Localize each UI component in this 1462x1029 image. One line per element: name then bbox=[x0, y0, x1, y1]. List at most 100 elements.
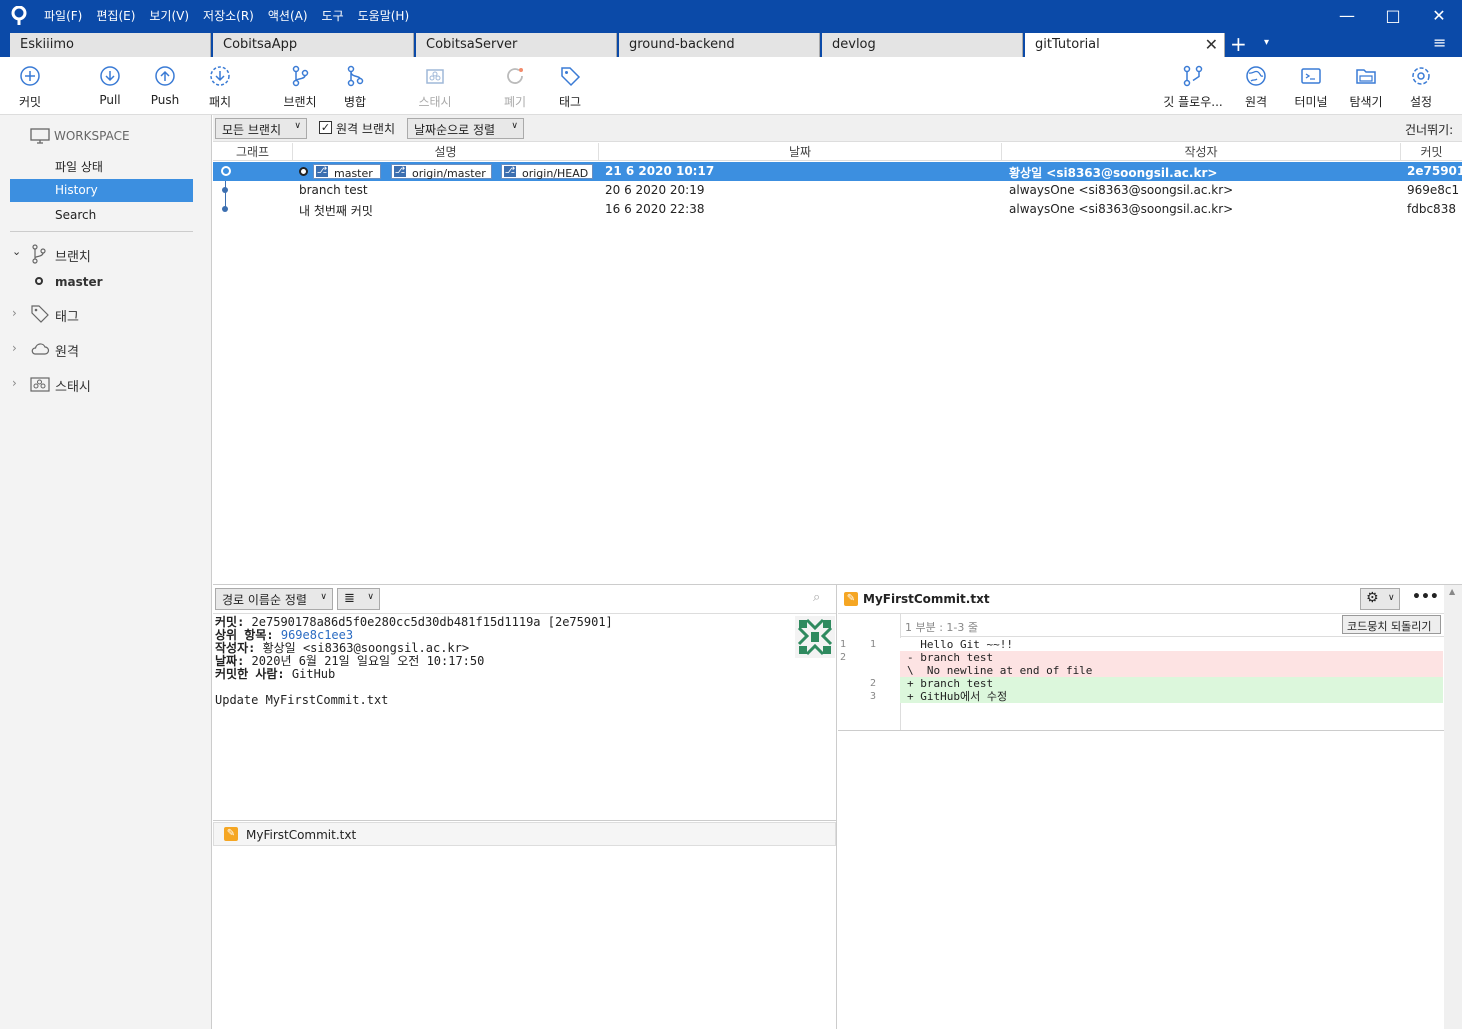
column-header-commit[interactable]: 커밋 bbox=[1401, 143, 1462, 160]
minimize-button[interactable]: — bbox=[1324, 0, 1370, 31]
menu-actions[interactable]: 액션(A) bbox=[268, 7, 308, 24]
sidebar-section-branches[interactable]: ⌄ 브랜치 bbox=[10, 244, 193, 268]
branch-button[interactable]: 브랜치 bbox=[270, 65, 330, 110]
sidebar-item-search[interactable]: Search bbox=[10, 204, 193, 227]
scroll-up-icon[interactable]: ▲ bbox=[1449, 587, 1455, 596]
diff-line-added: + GitHub에서 수정 bbox=[900, 690, 1443, 703]
menu-repository[interactable]: 저장소(R) bbox=[203, 7, 254, 24]
chevron-right-icon: › bbox=[12, 376, 17, 390]
author-value: 황상일 <si8363@soongsil.ac.kr> bbox=[262, 641, 470, 655]
fetch-button[interactable]: 패치 bbox=[190, 65, 250, 110]
sidebar-item-label: 파일 상태 bbox=[55, 160, 103, 174]
sidebar-item-history[interactable]: History bbox=[10, 179, 193, 202]
remote-button[interactable]: 원격 bbox=[1226, 65, 1286, 110]
revert-hunk-button[interactable]: 코드뭉치 되돌리기 bbox=[1342, 615, 1441, 634]
remote-branches-label: 원격 브랜치 bbox=[336, 122, 396, 136]
tab-list-chevron-icon[interactable]: ▾ bbox=[1264, 37, 1269, 48]
chevron-down-icon: ∨ bbox=[320, 592, 327, 602]
maximize-button[interactable]: □ bbox=[1370, 0, 1416, 31]
menu-file[interactable]: 파일(F) bbox=[44, 7, 82, 24]
merge-label: 병합 bbox=[343, 95, 367, 109]
stash-button[interactable]: 스태시 bbox=[405, 65, 465, 110]
push-button[interactable]: Push bbox=[135, 65, 195, 107]
commit-id-label: 커밋: bbox=[215, 615, 245, 629]
chevron-right-icon: › bbox=[12, 306, 17, 320]
sidebar-section-remotes[interactable]: › 원격 bbox=[10, 339, 193, 363]
branch-ref-badge[interactable]: ⎇ master bbox=[313, 164, 381, 180]
avatar bbox=[795, 616, 835, 658]
history-filter-bar: 모든 브랜치 ∨ ✓ 원격 브랜치 날짜순으로 정렬 ∨ 건너뛰기: bbox=[213, 115, 1462, 142]
commit-list-header: 그래프 설명 날짜 작성자 커밋 bbox=[213, 142, 1462, 161]
git-flow-button[interactable]: 깃 플로우... bbox=[1160, 65, 1226, 110]
stash-box-icon bbox=[426, 69, 444, 84]
commit-hash: 969e8c1 bbox=[1407, 183, 1460, 197]
branch-ref-badge[interactable]: ⎇ origin/HEAD bbox=[501, 164, 593, 180]
new-line-number: 1 bbox=[870, 639, 877, 650]
diff-scrollbar[interactable]: ▲ bbox=[1444, 585, 1462, 1029]
column-header-author[interactable]: 작성자 bbox=[1002, 143, 1401, 160]
title-bar: 파일(F) 편집(E) 보기(V) 저장소(R) 액션(A) 도구 도움말(H)… bbox=[0, 0, 1462, 31]
menu-help[interactable]: 도움말(H) bbox=[358, 7, 410, 24]
commit-row[interactable]: branch test 20 6 2020 20:19 alwaysOne <s… bbox=[213, 181, 1462, 200]
column-header-description[interactable]: 설명 bbox=[293, 143, 599, 160]
branch-ref-badge[interactable]: ⎇ origin/master bbox=[391, 164, 492, 180]
file-sort-dropdown[interactable]: 경로 이름순 정렬 ∨ bbox=[215, 588, 333, 610]
commit-row[interactable]: 내 첫번째 커밋 16 6 2020 22:38 alwaysOne <si83… bbox=[213, 200, 1462, 219]
menu-edit[interactable]: 편집(E) bbox=[96, 7, 135, 24]
close-tab-icon[interactable]: ✕ bbox=[1205, 35, 1218, 54]
hamburger-menu-icon[interactable]: ≡ bbox=[1433, 33, 1446, 52]
sort-order-dropdown[interactable]: 날짜순으로 정렬 ∨ bbox=[407, 118, 524, 139]
commit-id-value: 2e7590178a86d5f0e280cc5d30db481f15d1119a… bbox=[251, 615, 613, 629]
commit-button[interactable]: 커밋 bbox=[0, 65, 60, 110]
tab-cobitsaserver[interactable]: CobitsaServer bbox=[416, 33, 617, 57]
commit-row[interactable]: ⎇ master ⎇ origin/master ⎇ origin/HEAD 21 6… bbox=[213, 162, 1462, 181]
branch-filter-dropdown[interactable]: 모든 브랜치 ∨ bbox=[215, 118, 307, 139]
fetch-label: 패치 bbox=[208, 95, 232, 109]
tab-gittutorial[interactable]: gitTutorial ✕ bbox=[1025, 33, 1225, 57]
parent-commit-link[interactable]: 969e8c1ee3 bbox=[281, 628, 353, 642]
close-window-button[interactable]: ✕ bbox=[1416, 0, 1462, 31]
search-icon[interactable]: ⌕ bbox=[813, 590, 820, 605]
tag-button[interactable]: 태그 bbox=[540, 65, 600, 110]
new-line-number: 2 bbox=[870, 678, 877, 689]
pull-button[interactable]: Pull bbox=[80, 65, 140, 107]
discard-button[interactable]: 폐기 bbox=[485, 65, 545, 110]
column-header-graph[interactable]: 그래프 bbox=[213, 143, 293, 160]
changed-file-row[interactable]: ✎ MyFirstCommit.txt bbox=[213, 822, 836, 846]
sidebar-section-stashes[interactable]: › 스태시 bbox=[10, 374, 193, 398]
tab-eskiiimo[interactable]: Eskiiimo bbox=[10, 33, 211, 57]
view-mode-dropdown[interactable]: ≣ ∨ bbox=[337, 588, 380, 610]
menu-view[interactable]: 보기(V) bbox=[149, 7, 189, 24]
branch-icon bbox=[32, 244, 46, 264]
sidebar: WORKSPACE 파일 상태 History Search ⌄ 브랜치 mas… bbox=[0, 115, 212, 1029]
current-branch-circle-icon bbox=[35, 277, 43, 285]
column-header-date[interactable]: 날짜 bbox=[599, 143, 1002, 160]
file-name: MyFirstCommit.txt bbox=[246, 828, 357, 842]
parent-label: 상위 항목: bbox=[215, 628, 274, 642]
pull-label: Pull bbox=[99, 93, 121, 107]
commit-hash: 2e75901 bbox=[1407, 164, 1462, 178]
add-tab-icon[interactable]: + bbox=[1230, 32, 1247, 56]
menu-tools[interactable]: 도구 bbox=[322, 7, 344, 24]
head-indicator-icon bbox=[299, 167, 308, 176]
tab-label: Eskiiimo bbox=[20, 37, 74, 52]
remote-branches-checkbox[interactable]: ✓ bbox=[319, 121, 332, 134]
date-value: 2020년 6월 21일 일요일 오전 10:17:50 bbox=[251, 654, 485, 668]
chevron-down-icon: ⌄ bbox=[12, 245, 22, 258]
sidebar-section-tags[interactable]: › 태그 bbox=[10, 304, 193, 328]
explorer-button[interactable]: 탐색기 bbox=[1336, 65, 1396, 110]
terminal-button[interactable]: 터미널 bbox=[1281, 65, 1341, 110]
diff-line-context: Hello Git ~~!! bbox=[900, 638, 1443, 651]
tab-ground-backend[interactable]: ground-backend bbox=[619, 33, 820, 57]
tab-cobitsaapp[interactable]: CobitsaApp bbox=[213, 33, 414, 57]
merge-button[interactable]: 병합 bbox=[325, 65, 385, 110]
diff-options-button[interactable]: ⚙ ∨ bbox=[1360, 588, 1400, 610]
settings-button[interactable]: 설정 bbox=[1391, 65, 1451, 110]
more-options-icon[interactable]: ••• bbox=[1412, 589, 1439, 605]
folder-icon bbox=[1356, 69, 1376, 84]
workspace-label: WORKSPACE bbox=[54, 129, 130, 143]
branch-item-master[interactable]: master bbox=[10, 275, 193, 299]
graph-node-icon bbox=[222, 206, 228, 212]
tab-devlog[interactable]: devlog bbox=[822, 33, 1023, 57]
sidebar-item-file-status[interactable]: 파일 상태 bbox=[10, 154, 193, 177]
